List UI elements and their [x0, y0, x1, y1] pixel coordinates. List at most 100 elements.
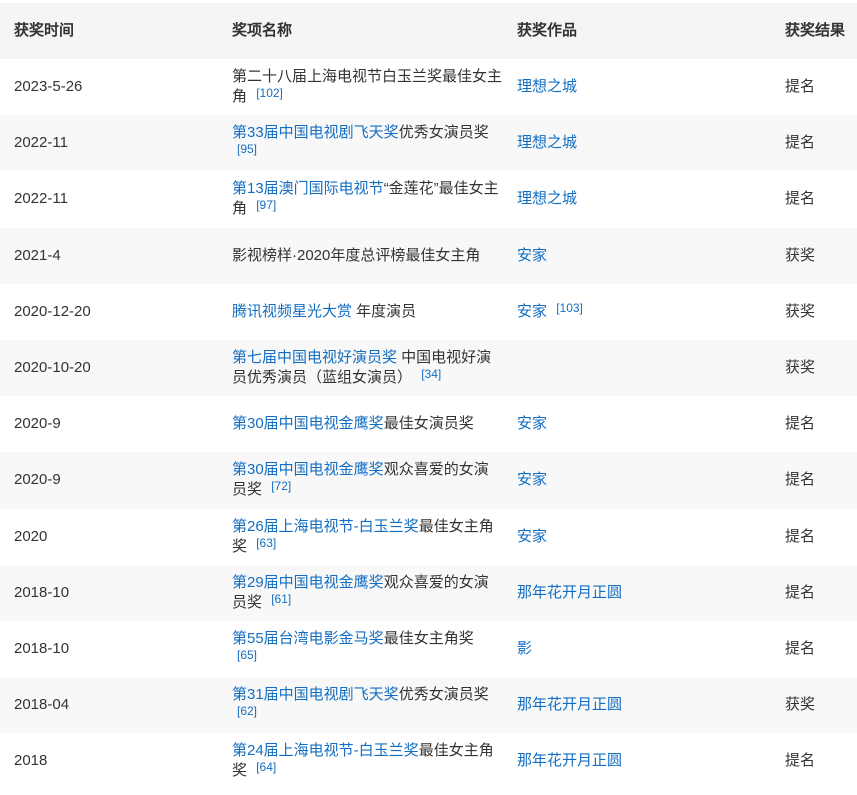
cell-work: 理想之城 — [503, 59, 771, 115]
citation-link[interactable]: [95] — [237, 143, 261, 155]
cell-result: 提名 — [785, 415, 816, 433]
cell-result: 提名 — [785, 471, 816, 489]
table-row: 2018-10 第29届中国电视金鹰奖观众喜爱的女演员奖 [61] 那年花开月正… — [0, 564, 857, 621]
award-name-text: 最佳女主角奖 — [383, 629, 474, 647]
table-header: 获奖时间 奖项名称 获奖作品 获奖结果 — [0, 3, 857, 59]
cell-award: 第29届中国电视金鹰奖观众喜爱的女演员奖 [61] — [218, 565, 503, 621]
award-name-text: 最佳女演员奖 — [383, 415, 474, 433]
table-row: 2018 第24届上海电视节-白玉兰奖最佳女主角奖 [64] 那年花开月正圆 提… — [0, 733, 857, 789]
table-row: 2020-9 第30届中国电视金鹰奖观众喜爱的女演员奖 [72] 安家 提名 — [0, 452, 857, 509]
cell-date: 2020-9 — [14, 415, 61, 433]
cell-date: 2018-10 — [14, 583, 70, 601]
cell-result: 获奖 — [785, 696, 816, 714]
cell-result: 提名 — [785, 134, 816, 152]
cell-award: 第七届中国电视好演员奖 中国电视好演员优秀演员（蓝组女演员） [34] — [218, 340, 503, 396]
cell-work: 安家 [103] — [503, 284, 771, 340]
award-link[interactable]: 第55届台湾电影金马奖 — [232, 630, 384, 647]
cell-date: 2020 — [14, 527, 48, 545]
cell-result: 获奖 — [785, 246, 816, 264]
cell-result: 获奖 — [785, 359, 816, 377]
cell-date: 2023-5-26 — [14, 78, 83, 96]
cell-work: 安家 — [503, 452, 771, 508]
award-name-text: 优秀女演员奖 — [398, 124, 489, 142]
award-link[interactable]: 第30届中国电视金鹰奖 — [232, 415, 384, 432]
cell-award: 第30届中国电视金鹰奖最佳女演员奖 — [218, 396, 503, 452]
table-body: 2023-5-26 第二十八届上海电视节白玉兰奖最佳女主角 [102] 理想之城… — [0, 59, 857, 789]
cell-result: 提名 — [785, 78, 816, 96]
award-link[interactable]: 腾讯视频星光大赏 — [232, 303, 352, 320]
table-row: 2018-10 第55届台湾电影金马奖最佳女主角奖 [65] 影 提名 — [0, 621, 857, 677]
cell-result: 提名 — [785, 639, 816, 657]
work-link[interactable]: 那年花开月正圆 — [517, 752, 622, 769]
cell-work: 安家 — [503, 396, 771, 452]
cell-result: 提名 — [785, 190, 816, 208]
cell-award: 第24届上海电视节-白玉兰奖最佳女主角奖 [64] — [218, 733, 503, 789]
cell-work: 那年花开月正圆 — [503, 565, 771, 621]
award-name-text: 优秀女演员奖 — [398, 686, 489, 704]
citation-link[interactable]: [62] — [237, 705, 261, 717]
table-header-row: 获奖时间 奖项名称 获奖作品 获奖结果 — [0, 3, 857, 59]
table-row: 2020-9 第30届中国电视金鹰奖最佳女演员奖 安家 提名 — [0, 396, 857, 452]
cell-date: 2021-4 — [14, 246, 61, 264]
award-link[interactable]: 第33届中国电视剧飞天奖 — [232, 124, 399, 141]
work-link[interactable]: 理想之城 — [517, 190, 577, 207]
citation-link[interactable]: [72] — [271, 480, 295, 492]
cell-work: 理想之城 — [503, 115, 771, 171]
cell-date: 2020-10-20 — [14, 359, 91, 377]
cell-date: 2020-12-20 — [14, 302, 91, 320]
cell-award: 影视榜样·2020年度总评榜最佳女主角 — [218, 228, 503, 284]
column-header-award: 奖项名称 — [232, 22, 293, 39]
cell-award: 第26届上海电视节-白玉兰奖最佳女主角奖 [63] — [218, 509, 503, 565]
award-link[interactable]: 第31届中国电视剧飞天奖 — [232, 686, 399, 703]
table-row: 2021-4 影视榜样·2020年度总评榜最佳女主角 安家 获奖 — [0, 227, 857, 284]
table-row: 2022-11 第33届中国电视剧飞天奖优秀女演员奖 [95] 理想之城 提名 — [0, 115, 857, 172]
cell-award: 腾讯视频星光大赏 年度演员 — [218, 284, 503, 340]
table-row: 2023-5-26 第二十八届上海电视节白玉兰奖最佳女主角 [102] 理想之城… — [0, 59, 857, 115]
work-link[interactable]: 安家 — [517, 415, 547, 432]
work-link[interactable]: 理想之城 — [517, 134, 577, 151]
table-row: 2020-12-20 腾讯视频星光大赏 年度演员 安家 [103] 获奖 — [0, 284, 857, 340]
citation-link[interactable]: [102] — [256, 87, 287, 99]
cell-result: 提名 — [785, 583, 816, 601]
citation-link[interactable]: [97] — [256, 199, 280, 211]
cell-work: 那年花开月正圆 — [503, 733, 771, 789]
work-link[interactable]: 安家 — [517, 247, 547, 264]
award-link[interactable]: 第26届上海电视节-白玉兰奖 — [232, 518, 419, 535]
work-link[interactable]: 安家 — [517, 471, 547, 488]
work-link[interactable]: 那年花开月正圆 — [517, 696, 622, 713]
award-link[interactable]: 第29届中国电视金鹰奖 — [232, 574, 384, 591]
award-name-text: 影视榜样·2020年度总评榜最佳女主角 — [232, 246, 481, 264]
work-link[interactable]: 那年花开月正圆 — [517, 584, 622, 601]
cell-date: 2018-04 — [14, 696, 70, 714]
cell-result: 获奖 — [785, 302, 816, 320]
citation-link[interactable]: [103] — [556, 302, 587, 314]
cell-award: 第13届澳门国际电视节“金莲花”最佳女主角 [97] — [218, 171, 503, 227]
cell-award: 第31届中国电视剧飞天奖优秀女演员奖 [62] — [218, 677, 503, 733]
table-row: 2018-04 第31届中国电视剧飞天奖优秀女演员奖 [62] 那年花开月正圆 … — [0, 677, 857, 734]
cell-work: 安家 — [503, 228, 771, 284]
work-link[interactable]: 理想之城 — [517, 78, 577, 95]
work-link[interactable]: 影 — [517, 640, 532, 657]
table-row: 2020 第26届上海电视节-白玉兰奖最佳女主角奖 [63] 安家 提名 — [0, 509, 857, 565]
work-link[interactable]: 安家 — [517, 528, 547, 545]
award-link[interactable]: 第24届上海电视节-白玉兰奖 — [232, 742, 419, 759]
cell-work: 影 — [503, 621, 771, 677]
cell-result: 提名 — [785, 527, 816, 545]
cell-work: 理想之城 — [503, 171, 771, 227]
work-link[interactable]: 安家 — [517, 303, 547, 320]
citation-link[interactable]: [63] — [256, 537, 280, 549]
awards-table: 获奖时间 奖项名称 获奖作品 获奖结果 2023-5-26 第二十八届上海电视节… — [0, 3, 857, 789]
cell-award: 第55届台湾电影金马奖最佳女主角奖 [65] — [218, 621, 503, 677]
citation-link[interactable]: [65] — [237, 649, 261, 661]
cell-date: 2022-11 — [14, 134, 68, 152]
award-link[interactable]: 第13届澳门国际电视节 — [232, 180, 384, 197]
citation-link[interactable]: [64] — [256, 761, 280, 773]
award-link[interactable]: 第七届中国电视好演员奖 — [232, 349, 397, 366]
citation-link[interactable]: [61] — [271, 593, 295, 605]
award-link[interactable]: 第30届中国电视金鹰奖 — [232, 461, 384, 478]
citation-link[interactable]: [34] — [421, 368, 445, 380]
column-header-result: 获奖结果 — [785, 22, 846, 39]
cell-date: 2018-10 — [14, 639, 70, 657]
cell-award: 第33届中国电视剧飞天奖优秀女演员奖 [95] — [218, 115, 503, 171]
cell-work: 那年花开月正圆 — [503, 677, 771, 733]
